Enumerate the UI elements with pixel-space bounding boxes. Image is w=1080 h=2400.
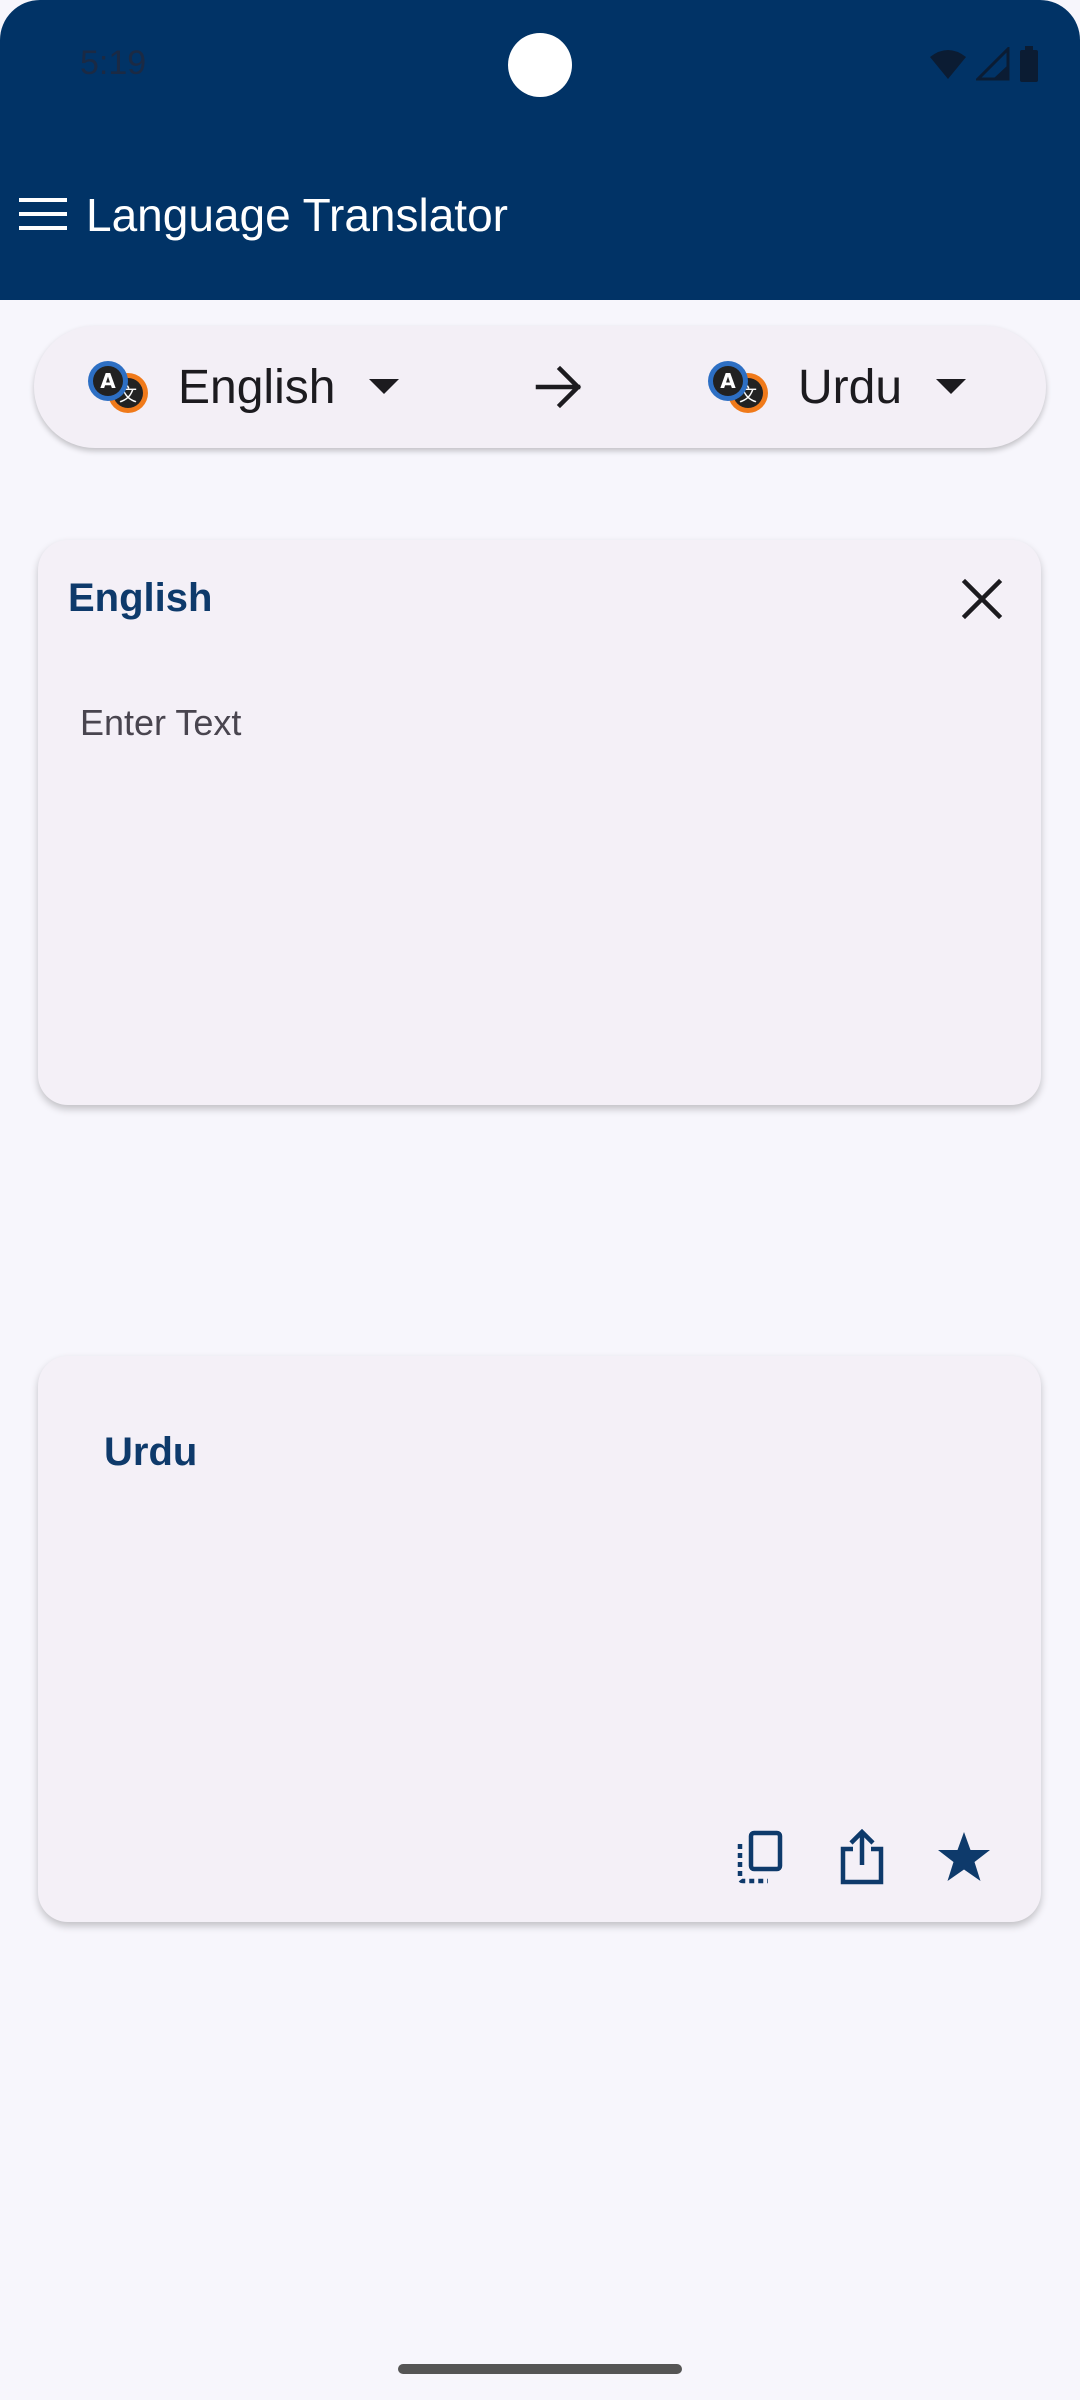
status-bar: 5:19 bbox=[0, 0, 1080, 130]
arrow-right-icon[interactable] bbox=[534, 363, 584, 411]
target-language-label: Urdu bbox=[798, 360, 903, 414]
copy-icon bbox=[737, 1830, 783, 1884]
signal-icon bbox=[976, 47, 1010, 81]
translate-icon: 文 A bbox=[708, 361, 768, 413]
close-icon[interactable] bbox=[961, 578, 1003, 620]
translate-icon: 文 A bbox=[88, 361, 148, 413]
target-language-dropdown[interactable]: 文 A Urdu bbox=[706, 326, 967, 448]
home-indicator[interactable] bbox=[398, 2364, 682, 2374]
input-language-label: English bbox=[68, 576, 213, 620]
star-icon bbox=[938, 1832, 990, 1881]
source-language-label: English bbox=[178, 360, 336, 414]
battery-icon bbox=[1020, 46, 1038, 82]
language-selector-bar: 文 A English 文 A Urdu bbox=[34, 326, 1046, 448]
output-actions bbox=[731, 1828, 993, 1886]
output-language-label: Urdu bbox=[104, 1430, 198, 1474]
input-card: English bbox=[38, 540, 1041, 1105]
copy-button[interactable] bbox=[731, 1828, 789, 1886]
output-card: Urdu bbox=[38, 1356, 1041, 1922]
menu-icon[interactable] bbox=[18, 194, 68, 234]
share-icon bbox=[840, 1829, 884, 1885]
dropdown-arrow-icon bbox=[369, 379, 400, 394]
status-time: 5:19 bbox=[80, 44, 147, 82]
app-title: Language Translator bbox=[86, 189, 508, 241]
status-icons bbox=[928, 46, 1040, 82]
dropdown-arrow-icon bbox=[936, 379, 967, 394]
app-bar: Language Translator bbox=[0, 130, 1080, 300]
text-input[interactable] bbox=[80, 702, 980, 744]
favorite-button[interactable] bbox=[935, 1828, 993, 1886]
svg-text:A: A bbox=[100, 369, 116, 393]
camera-cutout bbox=[508, 33, 572, 97]
share-button[interactable] bbox=[833, 1828, 891, 1886]
svg-text:A: A bbox=[720, 369, 736, 393]
source-language-dropdown[interactable]: 文 A English bbox=[86, 326, 400, 448]
wifi-icon bbox=[930, 50, 966, 79]
